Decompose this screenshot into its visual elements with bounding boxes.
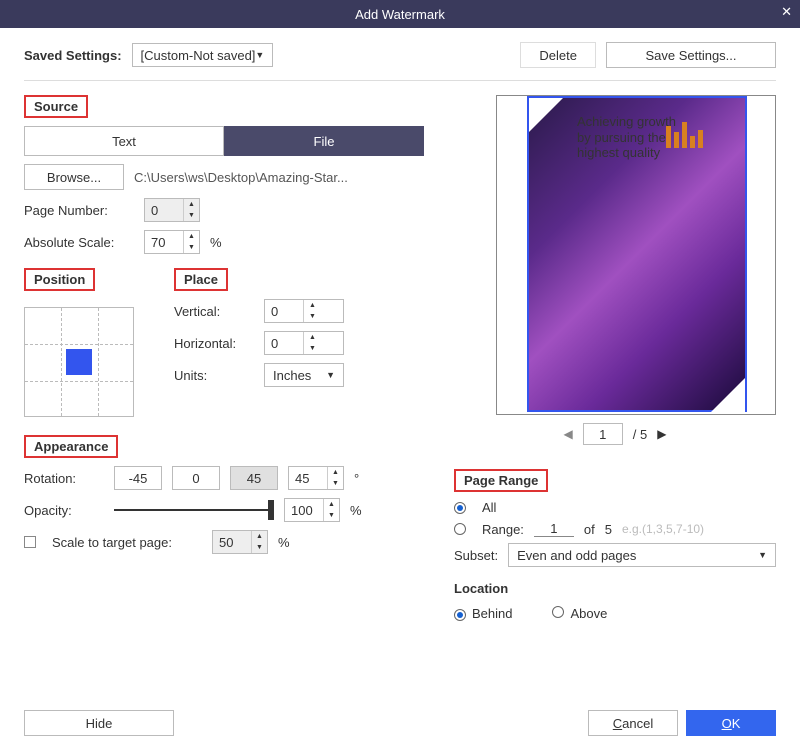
- pagenum-label: Page Number:: [24, 203, 134, 218]
- rotation-45-button[interactable]: 45: [230, 466, 278, 490]
- page-total: / 5: [633, 427, 647, 442]
- rotation-label: Rotation:: [24, 471, 104, 486]
- preview-panel: Achieving growth by pursuing the highest…: [496, 95, 776, 415]
- position-grid[interactable]: [24, 307, 134, 417]
- saved-settings-value: [Custom-Not saved]: [141, 48, 256, 63]
- chevron-up-icon: ▲: [184, 199, 199, 210]
- units-dropdown[interactable]: Inches▼: [264, 363, 344, 387]
- rotation-0-button[interactable]: 0: [172, 466, 220, 490]
- rotation-neg45-button[interactable]: -45: [114, 466, 162, 490]
- hide-button[interactable]: Hide: [24, 710, 174, 736]
- radio-above[interactable]: [552, 606, 564, 618]
- horizontal-label: Horizontal:: [174, 336, 254, 351]
- section-location: Location: [454, 581, 776, 596]
- radio-range[interactable]: [454, 523, 466, 535]
- chevron-down-icon[interactable]: ▼: [184, 242, 199, 253]
- dialog-title: Add Watermark: [355, 7, 445, 22]
- absolute-scale-label: Absolute Scale:: [24, 235, 134, 250]
- tab-text[interactable]: Text: [24, 126, 224, 156]
- tab-file[interactable]: File: [224, 126, 424, 156]
- rotation-spinner[interactable]: ▲▼: [288, 466, 344, 490]
- range-total: 5: [605, 522, 612, 537]
- range-from-input[interactable]: [534, 521, 574, 537]
- prev-page-icon[interactable]: ◀: [564, 427, 573, 441]
- section-position: Position: [24, 268, 95, 291]
- section-place: Place: [174, 268, 228, 291]
- saved-settings-label: Saved Settings:: [24, 48, 122, 63]
- scale-target-label: Scale to target page:: [52, 535, 202, 550]
- preview-page: Achieving growth by pursuing the highest…: [527, 96, 747, 412]
- browse-button[interactable]: Browse...: [24, 164, 124, 190]
- section-source: Source: [24, 95, 88, 118]
- horizontal-spinner[interactable]: ▲▼: [264, 331, 344, 355]
- saved-settings-dropdown[interactable]: [Custom-Not saved] ▼: [132, 43, 274, 67]
- radio-all[interactable]: [454, 502, 466, 514]
- chart-icon: [666, 118, 703, 148]
- radio-behind[interactable]: [454, 609, 466, 621]
- section-appearance: Appearance: [24, 435, 118, 458]
- radio-above-label: Above: [570, 606, 607, 621]
- titlebar: Add Watermark ✕: [0, 0, 800, 28]
- range-hint: e.g.(1,3,5,7-10): [622, 522, 704, 536]
- slider-thumb[interactable]: [268, 500, 274, 520]
- cancel-button[interactable]: Cancel: [588, 710, 678, 736]
- opacity-spinner[interactable]: ▲▼: [284, 498, 340, 522]
- section-pagerange: Page Range: [454, 469, 548, 492]
- subset-dropdown[interactable]: Even and odd pages▼: [508, 543, 776, 567]
- units-label: Units:: [174, 368, 254, 383]
- subset-label: Subset:: [454, 548, 498, 563]
- opacity-slider[interactable]: [114, 498, 274, 522]
- opacity-label: Opacity:: [24, 503, 104, 518]
- scale-target-checkbox[interactable]: [24, 536, 36, 548]
- pagenum-spinner: ▲▼: [144, 198, 200, 222]
- save-settings-button[interactable]: Save Settings...: [606, 42, 776, 68]
- position-center-cell[interactable]: [66, 349, 92, 375]
- file-path: C:\Users\ws\Desktop\Amazing-Star...: [134, 170, 348, 185]
- radio-all-label: All: [482, 500, 496, 515]
- ok-button[interactable]: OK: [686, 710, 776, 736]
- page-input[interactable]: [583, 423, 623, 445]
- chevron-down-icon: ▼: [184, 210, 199, 221]
- next-page-icon[interactable]: ▶: [657, 427, 666, 441]
- delete-button: Delete: [520, 42, 596, 68]
- pagenum-value: [145, 199, 183, 221]
- vertical-spinner[interactable]: ▲▼: [264, 299, 344, 323]
- radio-range-label: Range:: [482, 522, 524, 537]
- chevron-up-icon[interactable]: ▲: [184, 231, 199, 242]
- scale-target-spinner: ▲▼: [212, 530, 268, 554]
- absolute-scale-spinner[interactable]: ▲▼: [144, 230, 200, 254]
- chevron-down-icon: ▼: [255, 50, 264, 60]
- absolute-scale-value[interactable]: [145, 231, 183, 253]
- radio-behind-label: Behind: [472, 606, 512, 621]
- vertical-label: Vertical:: [174, 304, 254, 319]
- close-icon[interactable]: ✕: [781, 4, 792, 20]
